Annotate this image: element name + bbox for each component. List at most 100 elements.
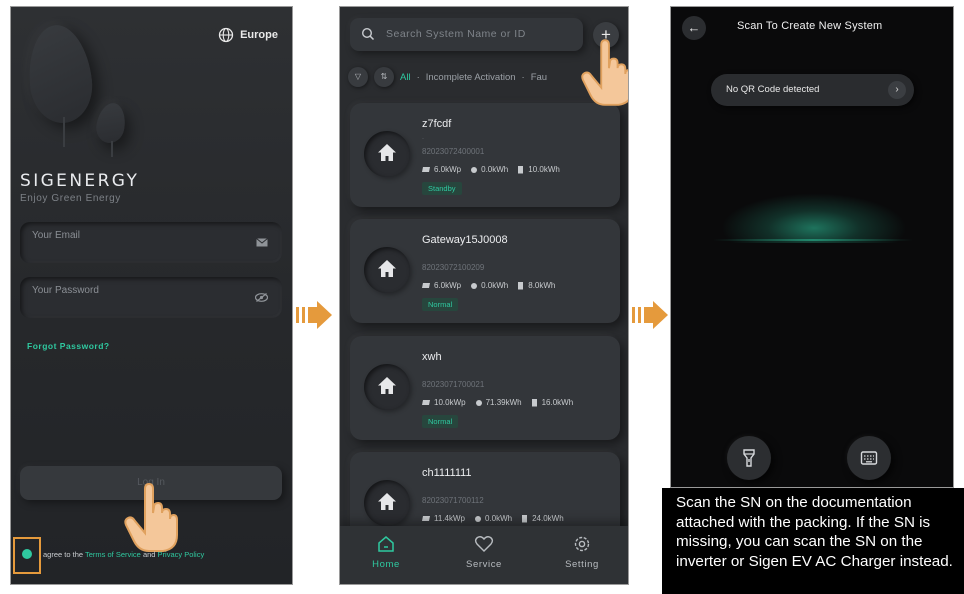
tab-fault[interactable]: Fau (531, 72, 547, 83)
system-stats: 11.4kWp 0.0kWh 24.0kWh (422, 514, 564, 523)
tap-hand-icon (124, 483, 178, 552)
home-icon (364, 131, 410, 177)
agree-and: and (142, 550, 156, 559)
decorative-stem-small (111, 141, 113, 157)
home-icon (364, 364, 410, 410)
brand-logo: SIGENERGY (20, 171, 140, 191)
system-card[interactable]: xwh 82023071700021 10.0kWp 71.39kWh 16.0… (350, 336, 620, 440)
agree-prefix: agree to the (43, 550, 84, 559)
system-sn: 82023071700112 (422, 496, 484, 505)
nav-service[interactable]: Service (444, 535, 524, 570)
system-stats: 10.0kWp 71.39kWh 16.0kWh (422, 398, 573, 407)
sort-icon[interactable]: ⇅ (374, 67, 394, 87)
battery-icon (522, 515, 528, 523)
decorative-leaf-small (93, 100, 129, 146)
system-name: z7fcdf (422, 118, 452, 130)
forgot-password-link[interactable]: Forgot Password? (27, 341, 110, 351)
gear-icon (574, 536, 590, 552)
system-name: ch1111111 (422, 467, 472, 479)
flow-arrow-1 (296, 301, 332, 329)
decorative-leaf-large (24, 22, 96, 126)
home-icon (364, 480, 410, 526)
qr-status-pill[interactable]: No QR Code detected › (711, 74, 914, 106)
eye-hidden-icon[interactable] (255, 293, 268, 302)
energy-value: 71.39kWh (485, 398, 522, 407)
pv-capacity: 10.0kWp (434, 398, 466, 407)
flashlight-button[interactable] (727, 436, 771, 480)
back-button[interactable]: ← (682, 16, 706, 40)
energy-value: 0.0kWh (481, 281, 509, 290)
battery-icon (518, 166, 524, 174)
agreement-text: agree to the Terms of Service and Privac… (43, 550, 204, 559)
nav-setting-label: Setting (565, 559, 599, 570)
system-stats: 6.0kWp 0.0kWh 10.0kWh (422, 165, 560, 174)
status-badge: Standby (422, 182, 462, 195)
solar-panel-icon (422, 516, 430, 521)
battery-capacity: 10.0kWh (528, 165, 560, 174)
brand-tagline: Enjoy Green Energy (20, 193, 121, 204)
qr-status-text: No QR Code detected (726, 84, 820, 95)
home-outline-icon (378, 536, 394, 552)
search-bar[interactable]: Search System Name or ID (350, 18, 583, 51)
system-stats: 6.0kWp 0.0kWh 8.0kWh (422, 281, 555, 290)
email-placeholder: Your Email (32, 230, 80, 241)
password-placeholder: Your Password (32, 285, 99, 296)
terms-link[interactable]: Terms of Service (85, 550, 141, 559)
service-heart-icon (474, 536, 494, 552)
battery-icon (531, 399, 537, 407)
email-field[interactable]: Your Email (20, 222, 282, 263)
energy-icon (474, 515, 481, 522)
system-card[interactable]: z7fcdf · 82023072400001 6.0kWp 0.0kWh 10… (350, 103, 620, 207)
tap-hand-icon (581, 39, 628, 106)
energy-value: 0.0kWh (484, 514, 513, 523)
solar-panel-icon (422, 167, 430, 172)
search-placeholder: Search System Name or ID (386, 28, 526, 40)
energy-icon (471, 282, 478, 289)
privacy-link[interactable]: Privacy Policy (158, 550, 205, 559)
nav-home[interactable]: Home (346, 535, 426, 570)
flow-arrow-2 (632, 301, 668, 329)
status-badge: Normal (422, 298, 459, 311)
system-sn: 82023072400001 (422, 147, 485, 156)
page-title: Scan To Create New System (737, 20, 883, 32)
energy-icon (475, 399, 482, 406)
status-badge: Normal (422, 415, 459, 428)
password-field[interactable]: Your Password (20, 277, 282, 318)
decorative-stem (63, 117, 65, 147)
system-sn: 82023071700021 (422, 380, 485, 389)
flashlight-icon (743, 449, 755, 467)
nav-setting[interactable]: Setting (542, 535, 622, 570)
scanner-glow (721, 193, 907, 243)
systems-screen: Search System Name or ID + ▽ ⇅ All · Inc… (339, 6, 629, 585)
tab-separator: · (416, 71, 420, 83)
keyboard-input-button[interactable] (847, 436, 891, 480)
home-icon (364, 247, 410, 293)
login-screen: Europe SIGENERGY Enjoy Green Energy Your… (10, 6, 293, 585)
system-card[interactable]: Gateway15J0008 82023072100209 6.0kWp 0.0… (350, 219, 620, 323)
region-label: Europe (240, 29, 278, 41)
region-selector[interactable]: Europe (218, 27, 278, 43)
solar-panel-icon (422, 283, 430, 288)
pv-capacity: 6.0kWp (434, 281, 462, 290)
instruction-caption: Scan the SN on the documentation attache… (662, 488, 964, 594)
bottom-navigation: Home Service Setting (340, 526, 628, 584)
scan-screen: ← Scan To Create New System No QR Code d… (670, 6, 954, 488)
agree-checkbox[interactable] (22, 549, 32, 559)
scanner-line (713, 239, 913, 241)
pv-capacity: 6.0kWp (434, 165, 462, 174)
battery-capacity: 16.0kWh (541, 398, 574, 407)
system-sn: 82023072100209 (422, 263, 485, 272)
chevron-right-icon[interactable]: › (888, 81, 906, 99)
tab-incomplete-activation[interactable]: Incomplete Activation (426, 72, 516, 83)
system-name: xwh (422, 351, 442, 363)
nav-service-label: Service (466, 559, 502, 570)
solar-panel-icon (422, 400, 430, 405)
system-name: Gateway15J0008 (422, 234, 508, 246)
battery-capacity: 8.0kWh (528, 281, 556, 290)
battery-capacity: 24.0kWh (532, 514, 564, 523)
energy-value: 0.0kWh (481, 165, 509, 174)
nav-home-label: Home (372, 559, 400, 570)
tab-all[interactable]: All (400, 72, 411, 83)
filter-icon[interactable]: ▽ (348, 67, 368, 87)
system-subtitle: · (422, 136, 424, 142)
